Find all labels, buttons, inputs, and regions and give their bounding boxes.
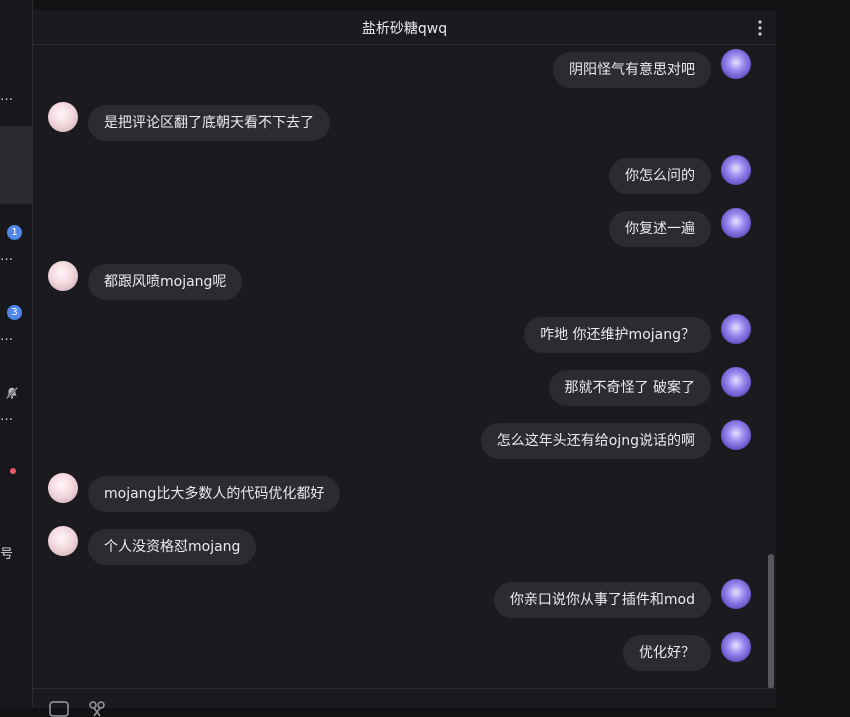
message-row: 那就不奇怪了 破案了: [33, 367, 776, 406]
conversation-snippet: 号: [0, 547, 14, 562]
message-bubble[interactable]: 阴阳怪气有意思对吧: [553, 52, 711, 88]
message-row: 咋地 你还维护mojang？: [33, 314, 776, 353]
avatar[interactable]: [721, 632, 751, 662]
composer-toolbar: [33, 688, 776, 717]
message-bubble[interactable]: 你怎么问的: [609, 158, 711, 194]
chat-header: 盐析砂糖qwq: [33, 10, 776, 45]
message-bubble[interactable]: 都跟风喷mojang呢: [88, 264, 243, 300]
message-row: 都跟风喷mojang呢: [33, 261, 776, 300]
avatar[interactable]: [721, 420, 751, 450]
avatar[interactable]: [721, 49, 751, 79]
avatar[interactable]: [48, 526, 78, 556]
conversation-item[interactable]: 号: [0, 526, 32, 604]
message-bubble[interactable]: 那就不奇怪了 破案了: [548, 370, 711, 406]
unread-badge: 3: [7, 305, 22, 320]
unread-dot: [10, 468, 16, 474]
conversation-item[interactable]: …: [0, 55, 32, 133]
message-bubble[interactable]: 是把评论区翻了底朝天看不下去了: [88, 105, 330, 141]
avatar[interactable]: [48, 102, 78, 132]
conversation-snippet: …: [0, 409, 13, 424]
message-bubble[interactable]: mojang比大多数人的代码优化都好: [88, 476, 341, 512]
message-row: 是把评论区翻了底朝天看不下去了: [33, 102, 776, 141]
conversation-item[interactable]: 3 …: [0, 286, 32, 364]
chat-window: 盐析砂糖qwq 阴阳怪气有意思对吧 是把评论区翻了底朝天看不下去了 你怎么问的 …: [33, 10, 776, 717]
emoji-icon[interactable]: [49, 701, 69, 717]
message-bubble[interactable]: 怎么这年头还有给ojng说话的啊: [480, 423, 711, 459]
bell-off-icon: [6, 387, 18, 399]
message-bubble[interactable]: 个人没资格怼mojang: [88, 529, 257, 565]
avatar[interactable]: [48, 261, 78, 291]
message-row: 阴阳怪气有意思对吧: [33, 49, 776, 88]
conversation-snippet: …: [0, 329, 13, 344]
message-row: 优化好？: [33, 632, 776, 671]
message-row: 怎么这年头还有给ojng说话的啊: [33, 420, 776, 459]
message-bubble[interactable]: 你复述一遍: [609, 211, 711, 247]
chat-title: 盐析砂糖qwq: [361, 21, 448, 37]
avatar[interactable]: [721, 579, 751, 609]
conversation-snippet: …: [0, 89, 13, 104]
more-vertical-icon[interactable]: [754, 18, 766, 38]
avatar[interactable]: [721, 155, 751, 185]
message-row: mojang比大多数人的代码优化都好: [33, 473, 776, 512]
avatar[interactable]: [721, 314, 751, 344]
conversation-snippet: …: [0, 249, 13, 264]
message-row: 你复述一遍: [33, 208, 776, 247]
message-row: 你怎么问的: [33, 155, 776, 194]
message-row: 个人没资格怼mojang: [33, 526, 776, 565]
conversation-item[interactable]: …: [0, 366, 32, 444]
message-row: 你亲口说你从事了插件和mod: [33, 579, 776, 618]
message-list[interactable]: 阴阳怪气有意思对吧 是把评论区翻了底朝天看不下去了 你怎么问的 你复述一遍 都跟…: [33, 45, 776, 688]
unread-badge: 1: [7, 225, 22, 240]
conversation-item-active[interactable]: [0, 126, 32, 204]
message-bubble[interactable]: 你亲口说你从事了插件和mod: [493, 582, 711, 618]
avatar[interactable]: [48, 473, 78, 503]
message-bubble[interactable]: 咋地 你还维护mojang？: [524, 317, 711, 353]
conversation-list: … 1 … 3 … … 号: [0, 0, 33, 707]
scissors-icon[interactable]: [87, 701, 107, 717]
message-bubble[interactable]: 优化好？: [623, 635, 711, 671]
avatar[interactable]: [721, 367, 751, 397]
scrollbar-thumb[interactable]: [768, 554, 774, 689]
conversation-item[interactable]: 1 …: [0, 206, 32, 284]
avatar[interactable]: [721, 208, 751, 238]
conversation-item[interactable]: [0, 446, 32, 524]
